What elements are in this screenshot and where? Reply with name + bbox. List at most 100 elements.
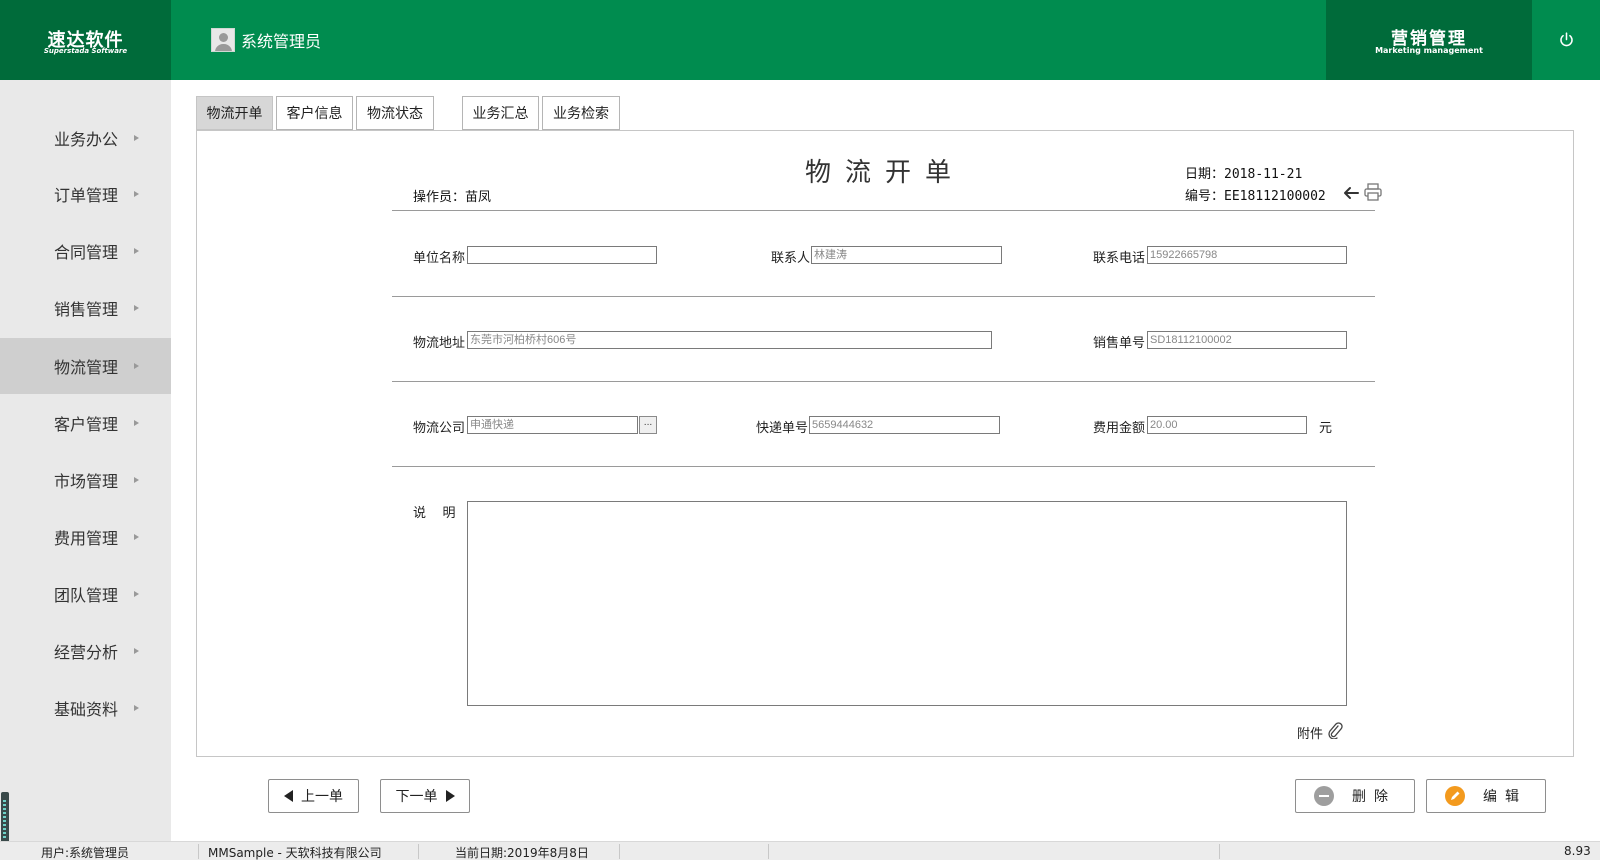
status-bar: 用户:系统管理员 MMSample - 天软科技有限公司 当前日期:2019年8… (0, 841, 1600, 860)
fee-unit: 元 (1319, 421, 1333, 436)
tab-logistics-status[interactable]: 物流状态 (356, 96, 434, 130)
description-textarea[interactable] (467, 501, 1347, 706)
sidebar-item-expense[interactable]: 费用管理 (0, 509, 171, 565)
tracking-no-label: 快递单号 (756, 421, 809, 436)
company-name-label: 单位名称 (413, 251, 466, 266)
chevron-right-icon (134, 477, 139, 483)
sidebar: 业务办公 订单管理 合同管理 销售管理 物流管理 客户管理 市场管理 费用管理 … (0, 80, 171, 841)
printer-icon[interactable] (1363, 182, 1383, 202)
number-value: EE18112100002 (1224, 189, 1326, 204)
date-label: 日期： (1185, 167, 1225, 182)
tracking-no-field[interactable]: 5659444632 (809, 416, 1000, 434)
sidebar-item-label: 销售管理 (54, 300, 119, 319)
power-icon[interactable] (1558, 31, 1575, 48)
sidebar-item-label: 团队管理 (54, 586, 119, 605)
sidebar-item-label: 客户管理 (54, 415, 119, 434)
status-app: MMSample - 天软科技有限公司 (208, 846, 382, 860)
logo-subtitle: Superstada Software (43, 47, 128, 55)
sidebar-item-analysis[interactable]: 经营分析 (0, 623, 171, 679)
chevron-right-icon (134, 305, 139, 311)
tab-logistics-order[interactable]: 物流开单 (196, 96, 273, 130)
logistics-company-field[interactable]: 申通快递 (467, 416, 638, 434)
divider (392, 381, 1375, 382)
triangle-right-icon (445, 790, 455, 802)
pencil-circle-icon (1445, 786, 1465, 806)
chevron-right-icon (134, 248, 139, 254)
chevron-right-icon (134, 591, 139, 597)
description-label: 说 明 (413, 506, 456, 521)
paperclip-icon[interactable] (1327, 722, 1343, 739)
chevron-right-icon (134, 363, 139, 369)
sidebar-item-label: 经营分析 (54, 643, 119, 662)
module-subtitle: Marketing management (1375, 46, 1483, 55)
date-info: 日期：2018-11-21 (1185, 163, 1302, 182)
sidebar-item-label: 费用管理 (54, 529, 119, 548)
sidebar-item-market[interactable]: 市场管理 (0, 452, 171, 508)
sidebar-item-logistics[interactable]: 物流管理 (0, 338, 171, 394)
operator-value: 苗凤 (465, 190, 492, 205)
chevron-right-icon (134, 534, 139, 540)
chevron-right-icon (134, 191, 139, 197)
status-separator (418, 844, 419, 859)
delete-label: 删除 (1352, 789, 1396, 805)
status-separator (768, 844, 769, 859)
next-order-label: 下一单 (395, 789, 438, 805)
pencil-icon (1451, 791, 1460, 800)
contact-label: 联系人 (771, 251, 811, 266)
operator-label: 操作员： (413, 190, 466, 205)
sales-no-label: 销售单号 (1093, 336, 1146, 351)
address-label: 物流地址 (413, 336, 466, 351)
sidebar-item-customer[interactable]: 客户管理 (0, 395, 171, 451)
back-arrow-icon[interactable] (1343, 186, 1359, 200)
status-current-date: 当前日期:2019年8月8日 (455, 846, 589, 860)
tab-business-summary[interactable]: 业务汇总 (462, 96, 539, 130)
logistics-company-label: 物流公司 (413, 421, 466, 436)
attachment-label: 附件 (1297, 727, 1324, 742)
tab-business-search[interactable]: 业务检索 (542, 96, 620, 130)
status-separator (198, 844, 199, 859)
sidebar-item-sales[interactable]: 销售管理 (0, 280, 171, 336)
prev-order-button[interactable]: 上一单 (268, 779, 359, 813)
delete-button[interactable]: 删除 (1295, 779, 1415, 813)
triangle-left-icon (284, 790, 293, 802)
operator-info: 操作员：苗凤 (413, 186, 491, 205)
contact-field[interactable]: 林建涛 (811, 246, 1002, 264)
browse-button[interactable]: ... (639, 416, 657, 434)
edit-button[interactable]: 编辑 (1426, 779, 1546, 813)
user-avatar-icon (211, 28, 235, 52)
tab-customer-info[interactable]: 客户信息 (276, 96, 353, 130)
top-header: 速达软件 Superstada Software 系统管理员 营销管理 Mark… (0, 0, 1600, 80)
status-separator (619, 844, 620, 859)
chevron-right-icon (134, 135, 139, 141)
sidebar-item-label: 业务办公 (54, 130, 119, 149)
fee-field[interactable]: 20.00 (1147, 416, 1307, 434)
number-info: 编号：EE18112100002 (1185, 185, 1326, 204)
next-order-button[interactable]: 下一单 (380, 779, 470, 813)
status-separator (1219, 844, 1220, 859)
sidebar-item-label: 物流管理 (54, 358, 119, 377)
sidebar-item-contract[interactable]: 合同管理 (0, 223, 171, 279)
sidebar-item-basic-data[interactable]: 基础资料 (0, 680, 171, 736)
chevron-right-icon (134, 420, 139, 426)
minus-circle-icon (1314, 786, 1334, 806)
phone-label: 联系电话 (1093, 251, 1146, 266)
number-label: 编号： (1185, 189, 1225, 204)
company-name-field[interactable] (467, 246, 657, 264)
divider (392, 210, 1375, 211)
divider (392, 466, 1375, 467)
sidebar-item-team[interactable]: 团队管理 (0, 566, 171, 622)
edit-label: 编辑 (1483, 789, 1527, 805)
chevron-right-icon (134, 648, 139, 654)
phone-field[interactable]: 15922665798 (1147, 246, 1347, 264)
sidebar-item-label: 市场管理 (54, 472, 119, 491)
sidebar-item-label: 合同管理 (54, 243, 119, 262)
sales-no-field[interactable]: SD18112100002 (1147, 331, 1347, 349)
user-name: 系统管理员 (241, 32, 322, 51)
date-value: 2018-11-21 (1224, 167, 1303, 182)
address-field[interactable]: 东莞市河柏桥村606号 (467, 331, 992, 349)
current-user[interactable]: 系统管理员 (211, 28, 321, 52)
form-title: 物流开单 (804, 158, 965, 188)
logo: 速达软件 Superstada Software (0, 0, 171, 80)
chevron-right-icon (134, 705, 139, 711)
prev-order-label: 上一单 (301, 789, 343, 805)
